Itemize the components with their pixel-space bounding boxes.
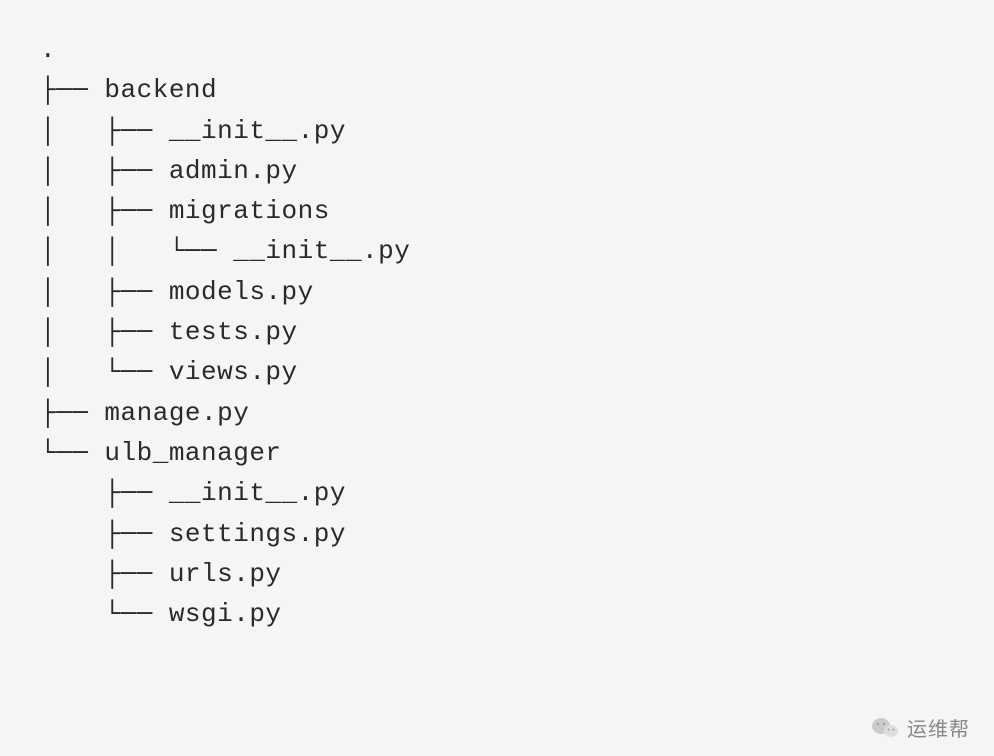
tree-line: │ ├── admin.py (40, 151, 954, 191)
tree-line: │ ├── migrations (40, 191, 954, 231)
tree-line: ├── urls.py (40, 554, 954, 594)
tree-line: │ ├── __init__.py (40, 111, 954, 151)
tree-line: ├── __init__.py (40, 473, 954, 513)
tree-line: │ └── views.py (40, 352, 954, 392)
tree-container: . ├── backend │ ├── __init__.py │ ├── ad… (40, 30, 954, 634)
tree-line: │ ├── models.py (40, 272, 954, 312)
watermark-text: 运维帮 (907, 713, 970, 742)
tree-line: ├── manage.py (40, 393, 954, 433)
tree-line: └── ulb_manager (40, 433, 954, 473)
watermark: 运维帮 (871, 713, 970, 742)
wechat-icon (871, 716, 899, 740)
tree-line: ├── settings.py (40, 514, 954, 554)
tree-line: └── wsgi.py (40, 594, 954, 634)
tree-line-root: . (40, 30, 954, 70)
tree-line: │ ├── tests.py (40, 312, 954, 352)
tree-line: │ │ └── __init__.py (40, 231, 954, 271)
tree-line: ├── backend (40, 70, 954, 110)
